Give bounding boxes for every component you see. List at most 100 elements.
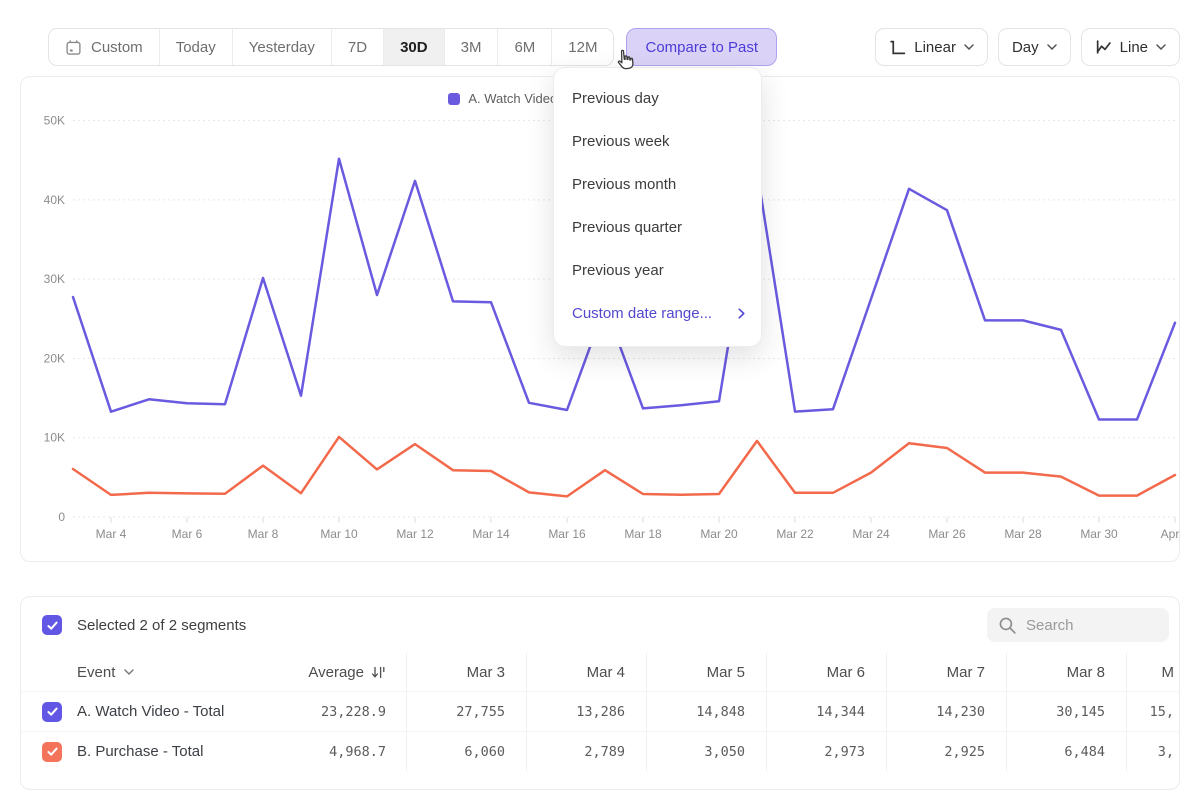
date-range-group: Custom Today Yesterday 7D 30D 3M 6M 12M — [48, 28, 614, 66]
svg-text:Mar 30: Mar 30 — [1080, 527, 1118, 541]
svg-text:Mar 28: Mar 28 — [1004, 527, 1042, 541]
cell-value: 2,973 — [824, 744, 865, 760]
average-value: 23,228.9 — [321, 704, 386, 720]
svg-text:20K: 20K — [44, 351, 65, 365]
event-name: A. Watch Video - Total — [77, 703, 224, 720]
svg-text:Mar 22: Mar 22 — [776, 527, 814, 541]
cell-value: 3,050 — [704, 744, 745, 760]
custom-date-range-label: Custom date range... — [572, 292, 712, 335]
cell-value: 2,789 — [584, 744, 625, 760]
cell-value: 14,230 — [936, 704, 985, 720]
search-input[interactable] — [1026, 617, 1156, 634]
menu-item-previous-quarter[interactable]: Previous quarter — [554, 206, 761, 249]
range-label: 12M — [568, 39, 597, 56]
cell-value: 30,145 — [1056, 704, 1105, 720]
range-button-custom[interactable]: Custom — [49, 29, 159, 65]
event-header-label: Event — [77, 664, 115, 681]
menu-item-previous-week[interactable]: Previous week — [554, 120, 761, 163]
cell-value: 13,286 — [576, 704, 625, 720]
toolbar-spacer — [777, 28, 865, 66]
svg-text:Mar 10: Mar 10 — [320, 527, 358, 541]
menu-item-custom-date-range[interactable]: Custom date range... — [554, 292, 761, 335]
range-label: Yesterday — [249, 39, 315, 56]
svg-text:Mar 16: Mar 16 — [548, 527, 586, 541]
line-chart-icon — [1095, 39, 1112, 56]
svg-text:Mar 4: Mar 4 — [96, 527, 127, 541]
cell-value: 6,060 — [464, 744, 505, 760]
svg-text:0: 0 — [58, 510, 65, 524]
range-label: 30D — [400, 39, 428, 56]
check-icon — [46, 619, 59, 632]
interval-dropdown-button[interactable]: Day — [998, 28, 1071, 66]
range-label: 3M — [461, 39, 482, 56]
scale-dropdown-button[interactable]: Linear — [875, 28, 988, 66]
chevron-down-icon — [1156, 44, 1166, 50]
range-label: Today — [176, 39, 216, 56]
table-row: A. Watch Video - Total 23,228.9 27,755 1… — [21, 691, 1179, 731]
chevron-down-icon — [1047, 44, 1057, 50]
compare-to-past-menu: Previous day Previous week Previous mont… — [553, 67, 762, 347]
cell-value: 2,925 — [944, 744, 985, 760]
event-name: B. Purchase - Total — [77, 743, 203, 760]
linear-axis-icon — [889, 39, 906, 56]
range-button-today[interactable]: Today — [159, 29, 232, 65]
date-column-header: Mar 5 — [646, 653, 766, 691]
selected-segments-label: Selected 2 of 2 segments — [77, 617, 246, 634]
row-checkbox-purchase[interactable] — [42, 742, 62, 762]
segments-header: Selected 2 of 2 segments — [21, 597, 1179, 653]
svg-text:Mar 6: Mar 6 — [172, 527, 203, 541]
cell-value: 14,848 — [696, 704, 745, 720]
range-button-yesterday[interactable]: Yesterday — [232, 29, 331, 65]
date-column-header: Mar 7 — [886, 653, 1006, 691]
svg-text:Mar 12: Mar 12 — [396, 527, 434, 541]
svg-text:Mar 20: Mar 20 — [700, 527, 738, 541]
interval-label: Day — [1012, 39, 1039, 56]
table-row: B. Purchase - Total 4,968.7 6,060 2,789 … — [21, 731, 1179, 771]
range-button-6m[interactable]: 6M — [497, 29, 551, 65]
date-column-header-clipped: M — [1126, 653, 1179, 691]
check-icon — [46, 745, 59, 758]
cell-value: 27,755 — [456, 704, 505, 720]
cell-value: 6,484 — [1064, 744, 1105, 760]
hand-cursor-icon — [611, 47, 638, 75]
table-header-row: Event Average Mar 3 Mar 4 Mar 5 Mar 6 Ma… — [21, 653, 1179, 691]
date-column-header: Mar 6 — [766, 653, 886, 691]
range-button-12m[interactable]: 12M — [551, 29, 613, 65]
range-label: Custom — [91, 39, 143, 56]
date-column-header: Mar 4 — [526, 653, 646, 691]
chevron-down-icon — [124, 669, 134, 675]
range-label: 6M — [514, 39, 535, 56]
chevron-right-icon — [738, 308, 745, 319]
menu-item-previous-year[interactable]: Previous year — [554, 249, 761, 292]
menu-item-previous-month[interactable]: Previous month — [554, 163, 761, 206]
compare-to-past-button[interactable]: Compare to Past — [626, 28, 777, 66]
range-button-30d-active[interactable]: 30D — [383, 29, 444, 65]
calendar-icon — [65, 39, 82, 56]
svg-text:Mar 14: Mar 14 — [472, 527, 510, 541]
average-header-label: Average — [308, 664, 364, 681]
svg-text:50K: 50K — [44, 114, 65, 128]
cell-value-clipped: 15, — [1150, 704, 1174, 720]
cell-value: 14,344 — [816, 704, 865, 720]
svg-text:30K: 30K — [44, 272, 65, 286]
chevron-down-icon — [964, 44, 974, 50]
menu-item-previous-day[interactable]: Previous day — [554, 77, 761, 120]
date-column-header: Mar 3 — [406, 653, 526, 691]
toolbar: Custom Today Yesterday 7D 30D 3M 6M 12M … — [20, 28, 1180, 66]
search-box[interactable] — [987, 608, 1169, 642]
cell-value-clipped: 3, — [1158, 744, 1174, 760]
select-all-checkbox[interactable] — [42, 615, 62, 635]
chart-type-label: Line — [1120, 39, 1148, 56]
range-button-7d[interactable]: 7D — [331, 29, 383, 65]
chart-type-dropdown-button[interactable]: Line — [1081, 28, 1180, 66]
svg-text:Mar 18: Mar 18 — [624, 527, 662, 541]
range-button-3m[interactable]: 3M — [444, 29, 498, 65]
event-column-header[interactable]: Event — [21, 653, 281, 691]
sort-descending-icon — [371, 665, 386, 680]
svg-text:Mar 8: Mar 8 — [248, 527, 279, 541]
segments-table-card: Selected 2 of 2 segments Event Average M… — [20, 596, 1180, 790]
check-icon — [46, 705, 59, 718]
scale-label: Linear — [914, 39, 956, 56]
row-checkbox-watch-video[interactable] — [42, 702, 62, 722]
average-column-header[interactable]: Average — [281, 653, 406, 691]
